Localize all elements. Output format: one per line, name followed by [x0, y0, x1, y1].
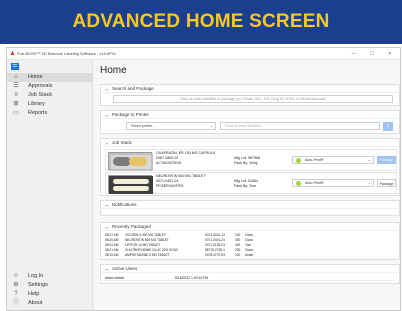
- search-package-section: ︿ Search and Package Scan or enter ident…: [100, 84, 400, 106]
- search-package-input[interactable]: Scan or enter identifier to package (ex:…: [113, 95, 393, 103]
- section-title: Search and Package: [112, 86, 154, 91]
- package-button[interactable]: Package: [377, 179, 396, 187]
- tablet-image: [109, 176, 153, 194]
- identifier-placeholder: Scan or enter identifier: [225, 124, 262, 128]
- section-title: Notifications: [112, 202, 137, 207]
- sidebar-item-approvals[interactable]: ☰ Approvals: [7, 82, 93, 91]
- sidebar-item-label: Settings: [28, 282, 48, 288]
- active-users-section: ︿ Active Users Adam Admin 8/18/2022 1:00…: [100, 264, 400, 284]
- section-header[interactable]: ︿ Package to Printer: [101, 111, 399, 119]
- chevron-up-icon: ︿: [105, 112, 109, 117]
- auto-print-select[interactable]: Auto-Print® ⌄: [292, 179, 374, 187]
- section-header[interactable]: ︿ Active Users: [101, 265, 399, 273]
- section-header[interactable]: ︿ Job Stack: [101, 139, 399, 147]
- menu-icon[interactable]: ☰: [11, 63, 19, 70]
- section-title: Job Stack: [112, 140, 132, 145]
- section-title: Active Users: [112, 266, 138, 271]
- sidebar-item-login[interactable]: ☺ Log In: [7, 272, 93, 281]
- job-drug-manufacturer: PFIZER/VIATRIS: [156, 184, 184, 188]
- status-dot-icon: [296, 181, 301, 186]
- section-header[interactable]: ︿ Search and Package: [101, 85, 399, 93]
- job-packer: Pack By: Tom: [234, 184, 256, 188]
- status-dot-icon: [296, 158, 301, 163]
- library-icon: ⊞: [13, 101, 19, 107]
- job-drug-manufacturer: ACTAVIS/TEVA: [156, 161, 181, 165]
- search-button[interactable]: ⌕: [383, 122, 393, 131]
- sidebar-item-label: Reports: [28, 110, 48, 116]
- section-header[interactable]: ︿ Recently Packaged: [101, 223, 399, 231]
- drug-image: [108, 152, 153, 171]
- chevron-up-icon: ︿: [105, 140, 109, 145]
- sidebar-item-library[interactable]: ⊞ Library: [7, 100, 93, 109]
- user-icon: ☺: [12, 273, 20, 279]
- page-title: Home: [100, 65, 127, 76]
- help-icon: ?: [14, 291, 18, 297]
- chevron-down-icon: ⌄: [367, 157, 371, 162]
- section-title: Recently Packaged: [112, 224, 151, 229]
- recently-packaged-section: ︿ Recently Packaged 08:27 AM VICODIN 5-3…: [100, 222, 400, 260]
- sidebar-item-label: Help: [28, 291, 40, 297]
- chevron-down-icon: ⌄: [209, 123, 213, 128]
- notifications-section: ︿ Notifications: [100, 200, 400, 216]
- auto-print-select[interactable]: Auto-Print® ⌄: [292, 156, 374, 164]
- identifier-input[interactable]: Scan or enter identifier: [220, 122, 380, 130]
- search-icon: ⌕: [386, 123, 390, 129]
- capsule-image: [109, 153, 153, 171]
- window-title: Pub-BOSS™ 2D Barcode Labeling Software -…: [17, 51, 116, 56]
- package-to-printer-section: ︿ Package to Printer Select printer... ⌄…: [100, 110, 400, 134]
- chevron-up-icon: ︿: [105, 86, 109, 91]
- auto-print-label: Auto-Print®: [305, 181, 324, 185]
- banner-title: ADVANCED HOME SCREEN: [72, 11, 330, 32]
- sidebar-item-label: Approvals: [28, 83, 53, 89]
- active-user-row: Adam Admin 8/18/2022 1:00:15 PM: [105, 276, 395, 281]
- sidebar-item-settings[interactable]: ⚙ Settings: [7, 281, 93, 290]
- sidebar-item-label: Job Stack: [28, 92, 53, 98]
- chevron-down-icon: ⌄: [367, 180, 371, 185]
- drug-image: [108, 175, 153, 194]
- section-header[interactable]: ︿ Notifications: [101, 201, 399, 209]
- recent-ndc: 0378-4770-93: [205, 253, 225, 257]
- reports-icon: ▭: [13, 110, 19, 116]
- recent-drug: AMPHETAMINE-5 MG TABLET: [125, 253, 170, 257]
- sidebar-item-about[interactable]: ⓘ About: [7, 299, 93, 308]
- printer-select-value: Select printer...: [131, 124, 155, 128]
- chevron-up-icon: ︿: [105, 202, 109, 207]
- active-user-name: Adam Admin: [105, 276, 125, 280]
- sidebar-item-label: Library: [28, 101, 45, 107]
- app-window: ▲ Pub-BOSS™ 2D Barcode Labeling Software…: [6, 47, 401, 311]
- auto-print-label: Auto-Print®: [305, 158, 324, 162]
- sidebar-item-label: About: [28, 300, 43, 306]
- gear-icon: ⚙: [13, 282, 19, 288]
- sidebar-item-home[interactable]: ⌂ Home: [7, 73, 93, 82]
- job-card: OXAPRAZIN, ER 150 MG CAPSULE 0067-2800-0…: [105, 149, 397, 171]
- section-title: Package to Printer: [112, 112, 150, 117]
- printer-select[interactable]: Select printer... ⌄: [126, 122, 216, 130]
- sidebar-item-label: Home: [28, 74, 43, 80]
- job-stack-section: ︿ Job Stack OXAPRAZIN, ER 150 MG CAPSULE…: [100, 138, 400, 196]
- info-icon: ⓘ: [12, 300, 19, 306]
- recent-qty: 100: [235, 253, 241, 257]
- window-controls[interactable]: — ☐ ✕: [352, 50, 398, 58]
- recent-row[interactable]: 08:19 AM AMPHETAMINE-5 MG TABLET 0378-47…: [105, 253, 395, 258]
- sidebar: ☰ ⌂ Home ☰ Approvals ≡ Job Stack ⊞ Libra…: [7, 60, 93, 310]
- approvals-icon: ☰: [13, 83, 19, 89]
- job-stack-icon: ≡: [14, 92, 18, 98]
- title-bar: ▲ Pub-BOSS™ 2D Barcode Labeling Software…: [7, 48, 400, 60]
- sidebar-item-help[interactable]: ? Help: [7, 290, 93, 299]
- sidebar-item-job-stack[interactable]: ≡ Job Stack: [7, 91, 93, 100]
- sidebar-item-reports[interactable]: ▭ Reports: [7, 109, 93, 118]
- package-button[interactable]: Package: [377, 156, 396, 164]
- main-content: Home ︿ Search and Package Scan or enter …: [94, 60, 400, 310]
- recent-time: 08:19 AM: [105, 253, 119, 257]
- active-user-time: 8/18/2022 1:00:15 PM: [175, 276, 209, 280]
- app-logo-icon: ▲: [9, 50, 16, 57]
- job-packer: Pack By: Vicky: [234, 161, 258, 165]
- chevron-up-icon: ︿: [105, 266, 109, 271]
- home-icon: ⌂: [14, 74, 18, 80]
- recent-user: Anton: [245, 253, 254, 257]
- sidebar-item-label: Log In: [28, 273, 44, 279]
- job-card: NEURONTIN 600 MG TABLET 0071-0401-24 PFI…: [105, 172, 397, 194]
- banner: ADVANCED HOME SCREEN: [0, 0, 402, 44]
- chevron-up-icon: ︿: [105, 224, 109, 229]
